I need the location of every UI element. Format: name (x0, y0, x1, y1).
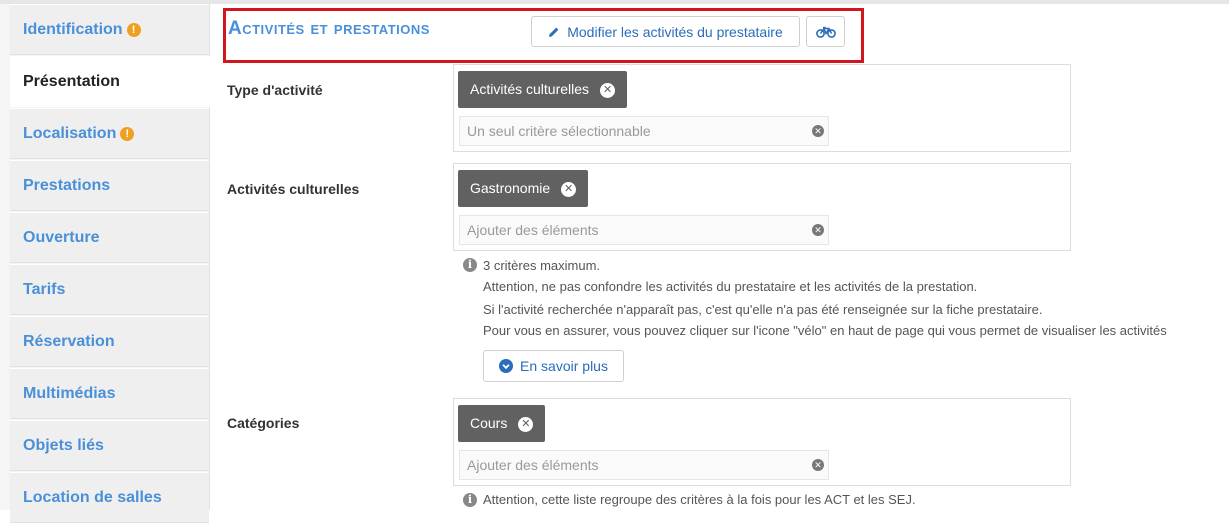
sidebar-item-prestations[interactable]: Prestations (10, 160, 209, 211)
sidebar-item-label: Tarifs (23, 281, 66, 298)
input-placeholder: Un seul critère sélectionnable (467, 123, 651, 139)
activites-culturelles-field: Gastronomie ✕ Ajouter des éléments ✕ (453, 163, 1071, 251)
type-activite-input[interactable]: Un seul critère sélectionnable ✕ (459, 116, 829, 146)
help-text-4: Pour vous en assurer, vous pouvez clique… (483, 323, 1167, 338)
sidebar-item-localisation[interactable]: Localisation! (10, 108, 209, 159)
tag-label: Gastronomie (470, 180, 551, 196)
help-text-3: Si l'activité recherchée n'apparaît pas,… (483, 302, 1043, 317)
categories-field: Cours ✕ Ajouter des éléments ✕ (453, 398, 1071, 486)
remove-tag-icon[interactable]: ✕ (518, 417, 534, 432)
activites-culturelles-label: Activités culturelles (227, 181, 360, 197)
en-savoir-plus-label: En savoir plus (520, 358, 608, 374)
activites-culturelles-input[interactable]: Ajouter des éléments ✕ (459, 215, 829, 245)
sidebar-item-multimedias[interactable]: Multimédias (10, 368, 209, 419)
tag-label: Cours (470, 415, 508, 431)
type-activite-label: Type d'activité (227, 82, 323, 98)
bicycle-icon (815, 26, 836, 38)
sidebar-item-objets-lies[interactable]: Objets liés (10, 420, 209, 471)
sidebar-item-label: Prestations (23, 177, 111, 194)
modify-activities-button[interactable]: Modifier les activités du prestataire (531, 16, 800, 47)
warning-icon: ! (120, 127, 135, 141)
sidebar-nav: Identification! Présentation Localisatio… (0, 4, 210, 523)
sidebar-item-label: Localisation (23, 125, 117, 142)
sidebar-item-reservation[interactable]: Réservation (10, 316, 209, 367)
sidebar-item-location-de-salles[interactable]: Location de salles (10, 472, 209, 523)
en-savoir-plus-button[interactable]: En savoir plus (483, 350, 624, 382)
help-text-2: Attention, ne pas confondre les activité… (483, 279, 978, 294)
chevron-down-circle-icon (499, 359, 514, 373)
sidebar-item-identification[interactable]: Identification! (10, 4, 209, 55)
clear-icon[interactable]: ✕ (812, 125, 824, 137)
sidebar-item-label: Multimédias (23, 385, 116, 402)
sidebar-item-ouverture[interactable]: Ouverture (10, 212, 209, 263)
remove-tag-icon[interactable]: ✕ (561, 182, 577, 197)
sidebar-item-label: Réservation (23, 333, 115, 350)
tag-label: Activités culturelles (470, 81, 590, 97)
warning-icon: ! (126, 23, 141, 37)
clear-icon[interactable]: ✕ (812, 459, 824, 471)
pencil-icon (549, 27, 559, 37)
sidebar-item-label: Ouverture (23, 229, 100, 246)
modify-activities-label: Modifier les activités du prestataire (567, 23, 783, 40)
bike-button[interactable] (806, 16, 845, 47)
input-placeholder: Ajouter des éléments (467, 222, 599, 238)
help-text-1: 3 critères maximum. (483, 258, 601, 273)
sidebar-item-presentation[interactable]: Présentation (10, 56, 210, 107)
sidebar-item-tarifs[interactable]: Tarifs (10, 264, 209, 315)
input-placeholder: Ajouter des éléments (467, 457, 599, 473)
info-icon: i (463, 493, 477, 507)
section-title: Activités et prestations (228, 18, 430, 39)
sidebar-item-label: Location de salles (23, 489, 162, 506)
categories-help-text: Attention, cette liste regroupe des crit… (483, 492, 916, 507)
remove-tag-icon[interactable]: ✕ (600, 83, 616, 98)
categories-label: Catégories (227, 415, 300, 431)
type-activite-field: Activités culturelles ✕ Un seul critère s… (453, 64, 1071, 152)
info-icon: i (463, 258, 477, 272)
selected-tag: Activités culturelles ✕ (458, 71, 628, 108)
clear-icon[interactable]: ✕ (812, 224, 824, 236)
sidebar-item-label: Identification (23, 21, 123, 38)
categories-input[interactable]: Ajouter des éléments ✕ (459, 450, 829, 480)
selected-tag: Gastronomie ✕ (458, 170, 589, 207)
sidebar-item-label: Présentation (23, 73, 120, 90)
sidebar-item-label: Objets liés (23, 437, 104, 454)
selected-tag: Cours ✕ (458, 405, 546, 442)
